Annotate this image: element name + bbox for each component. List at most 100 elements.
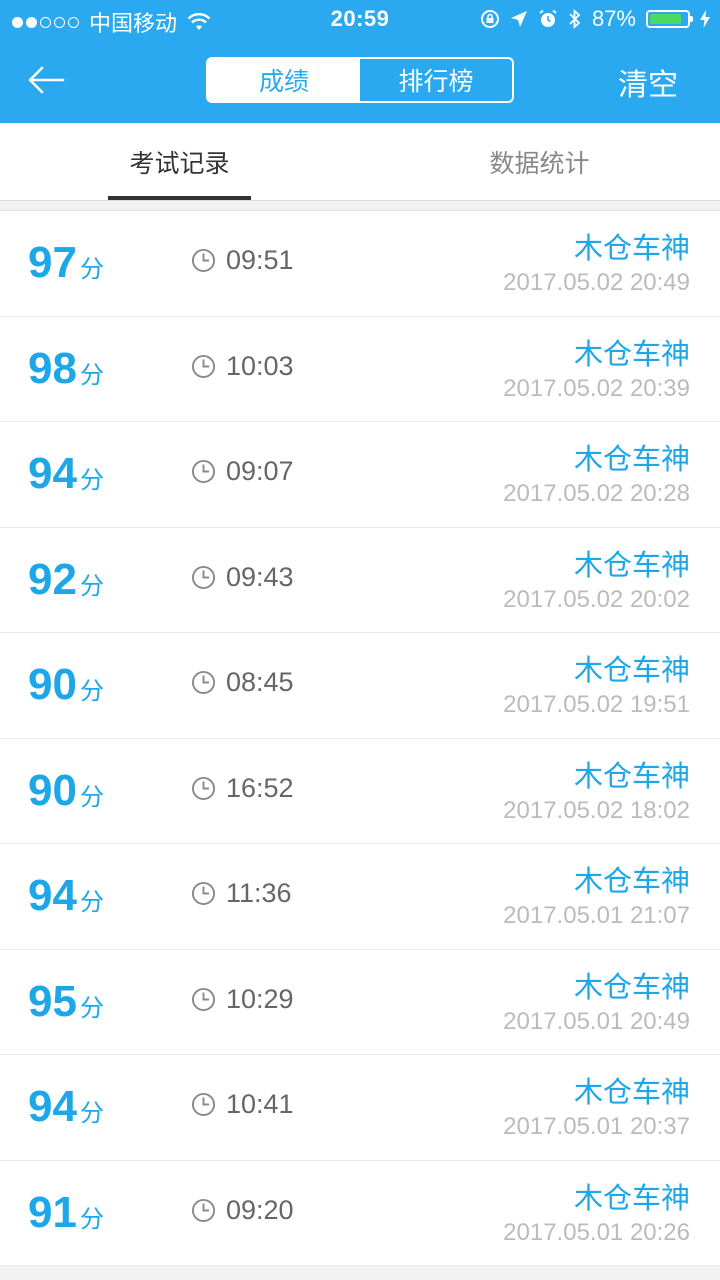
record-date: 2017.05.01 20:26 bbox=[503, 1218, 690, 1246]
duration: 10:29 bbox=[191, 984, 294, 1015]
clock-icon bbox=[191, 354, 216, 378]
score-value: 94 分 bbox=[28, 1079, 104, 1142]
record-date: 2017.05.02 20:28 bbox=[503, 480, 690, 507]
user-name: 木仓车神 bbox=[573, 655, 690, 687]
clock-icon bbox=[191, 881, 216, 906]
score-number: 91 bbox=[28, 1187, 77, 1237]
score-value: 90 分 bbox=[28, 657, 104, 720]
bluetooth-icon bbox=[569, 9, 581, 29]
score-unit: 分 bbox=[79, 572, 104, 600]
duration-text: 10:29 bbox=[226, 983, 294, 1014]
score-value: 94 分 bbox=[28, 868, 104, 931]
duration-text: 11:36 bbox=[226, 878, 292, 908]
user-name: 木仓车神 bbox=[573, 971, 690, 1004]
arrow-left-icon bbox=[28, 66, 65, 94]
duration-text: 09:51 bbox=[226, 245, 294, 275]
score-number: 92 bbox=[28, 554, 77, 604]
duration: 09:51 bbox=[191, 245, 294, 276]
score-number: 94 bbox=[28, 1082, 77, 1131]
duration: 09:43 bbox=[191, 562, 294, 593]
alarm-icon bbox=[539, 9, 557, 27]
record-row[interactable]: 98 分 10:03 木仓车神 2017.05.02 20:39 bbox=[0, 317, 720, 422]
duration-text: 08:45 bbox=[226, 667, 294, 697]
status-bar: 中国移动 20:59 87% bbox=[0, 0, 720, 40]
duration: 16:52 bbox=[191, 773, 294, 804]
score-number: 98 bbox=[28, 343, 77, 393]
score-unit: 分 bbox=[79, 1205, 104, 1233]
record-row[interactable]: 95 分 10:29 木仓车神 2017.05.01 20:49 bbox=[0, 950, 720, 1055]
duration-text: 09:43 bbox=[226, 561, 294, 592]
duration-text: 16:52 bbox=[226, 772, 294, 803]
duration-text: 09:07 bbox=[226, 456, 294, 486]
segmented-control: 成绩 排行榜 bbox=[206, 57, 514, 103]
record-row[interactable]: 90 分 16:52 木仓车神 2017.05.02 18:02 bbox=[0, 739, 720, 844]
user-name: 木仓车神 bbox=[573, 338, 690, 371]
score-unit: 分 bbox=[79, 256, 104, 283]
back-button[interactable] bbox=[22, 58, 70, 102]
clock-icon bbox=[191, 670, 216, 695]
record-date: 2017.05.01 21:07 bbox=[503, 902, 690, 929]
segment-leaderboard[interactable]: 排行榜 bbox=[360, 59, 512, 101]
record-row[interactable]: 94 分 10:41 木仓车神 2017.05.01 20:37 bbox=[0, 1055, 720, 1161]
user-name: 木仓车神 bbox=[573, 866, 690, 898]
record-date: 2017.05.02 19:51 bbox=[503, 691, 690, 718]
score-value: 90 分 bbox=[28, 763, 104, 826]
record-row[interactable]: 94 分 09:07 木仓车神 2017.05.02 20:28 bbox=[0, 422, 720, 528]
record-row[interactable]: 94 分 11:36 木仓车神 2017.05.01 21:07 bbox=[0, 844, 720, 950]
battery-level bbox=[650, 14, 682, 24]
record-row[interactable]: 92 分 09:43 木仓车神 2017.05.02 20:02 bbox=[0, 528, 720, 633]
location-arrow-icon bbox=[510, 11, 527, 27]
record-row[interactable]: 91 分 09:20 木仓车神 2017.05.01 20:26 bbox=[0, 1161, 720, 1266]
score-unit: 分 bbox=[79, 783, 104, 811]
score-value: 97 分 bbox=[28, 235, 104, 298]
clock-icon bbox=[191, 565, 216, 589]
clock-icon bbox=[191, 1092, 216, 1117]
score-value: 94 分 bbox=[28, 446, 104, 509]
record-date: 2017.05.02 20:39 bbox=[503, 374, 690, 402]
record-date: 2017.05.02 18:02 bbox=[503, 796, 690, 824]
score-value: 98 分 bbox=[28, 341, 104, 404]
clock-icon bbox=[191, 776, 216, 800]
score-value: 95 分 bbox=[28, 974, 104, 1037]
record-date: 2017.05.01 20:49 bbox=[503, 1007, 690, 1035]
status-right: 87% bbox=[480, 6, 710, 32]
tab-statistics[interactable]: 数据统计 bbox=[468, 123, 611, 201]
clock-icon bbox=[191, 1198, 216, 1222]
score-number: 94 bbox=[28, 871, 77, 920]
user-name: 木仓车神 bbox=[573, 549, 690, 582]
score-number: 90 bbox=[28, 660, 77, 709]
score-unit: 分 bbox=[79, 1100, 104, 1127]
record-date: 2017.05.01 20:37 bbox=[503, 1113, 690, 1140]
duration: 08:45 bbox=[191, 667, 294, 698]
record-row[interactable]: 97 分 09:51 木仓车神 2017.05.02 20:49 bbox=[0, 211, 720, 317]
record-date: 2017.05.02 20:02 bbox=[503, 585, 690, 613]
record-row[interactable]: 90 分 08:45 木仓车神 2017.05.02 19:51 bbox=[0, 633, 720, 739]
score-number: 90 bbox=[28, 765, 77, 815]
score-number: 97 bbox=[28, 238, 77, 287]
score-unit: 分 bbox=[79, 361, 104, 389]
score-number: 95 bbox=[28, 976, 77, 1026]
score-number: 94 bbox=[28, 449, 77, 498]
clock-icon bbox=[191, 248, 216, 273]
duration: 11:36 bbox=[191, 878, 292, 909]
tab-bar: 考试记录 数据统计 bbox=[0, 123, 720, 201]
duration: 10:41 bbox=[191, 1089, 294, 1120]
segment-scores[interactable]: 成绩 bbox=[208, 59, 360, 101]
duration-text: 09:20 bbox=[226, 1194, 294, 1225]
clock-icon bbox=[191, 987, 216, 1011]
duration: 09:07 bbox=[191, 456, 294, 487]
score-unit: 分 bbox=[79, 467, 104, 494]
score-value: 92 分 bbox=[28, 552, 104, 615]
user-name: 木仓车神 bbox=[573, 1182, 690, 1215]
tab-exam-records[interactable]: 考试记录 bbox=[108, 123, 251, 201]
nav-bar: 成绩 排行榜 清空 bbox=[0, 40, 720, 123]
score-value: 91 分 bbox=[28, 1185, 104, 1248]
user-name: 木仓车神 bbox=[573, 444, 690, 476]
score-unit: 分 bbox=[79, 889, 104, 916]
duration: 09:20 bbox=[191, 1195, 294, 1226]
clock-icon bbox=[191, 459, 216, 484]
battery-percent: 87% bbox=[591, 6, 636, 31]
duration-text: 10:03 bbox=[226, 350, 294, 381]
score-unit: 分 bbox=[79, 678, 104, 705]
clear-button[interactable]: 清空 bbox=[618, 60, 678, 104]
